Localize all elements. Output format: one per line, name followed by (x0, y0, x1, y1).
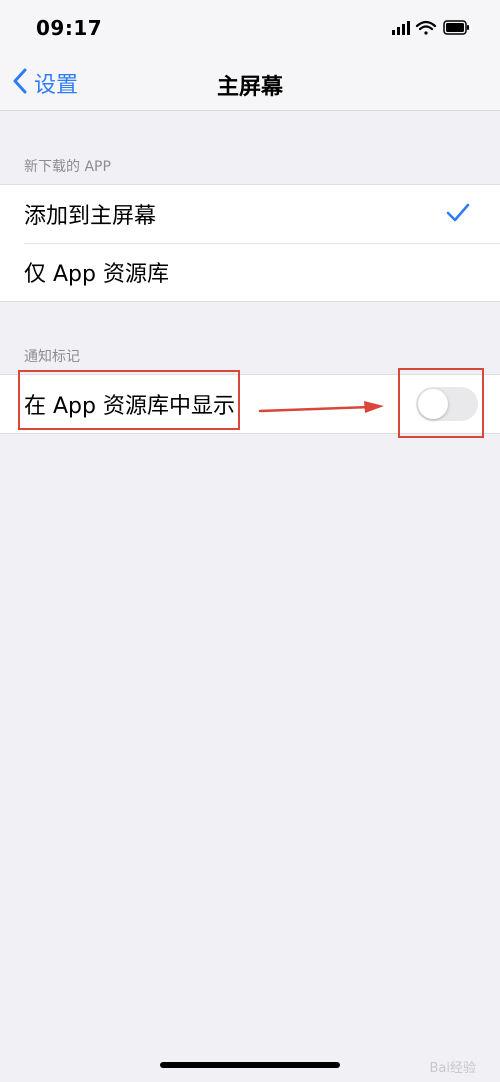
section-header-new-apps: 新下载的 APP (24, 159, 111, 175)
annotation-arrow-icon (258, 398, 388, 422)
option-label: 在 App 资源库中显示 (24, 394, 235, 419)
wifi-icon (415, 20, 437, 35)
home-indicator (160, 1062, 340, 1068)
row-show-in-app-library: 在 App 资源库中显示 (0, 375, 500, 433)
option-label: 添加到主屏幕 (24, 204, 157, 229)
checkmark-icon (446, 203, 470, 229)
page-title: 主屏幕 (216, 75, 283, 100)
status-icons (392, 18, 472, 38)
section-header-notification-badges: 通知标记 (24, 349, 80, 365)
show-in-app-library-toggle[interactable] (416, 387, 478, 421)
option-label: 仅 App 资源库 (24, 262, 169, 287)
navigation-bar: 设置 主屏幕 (0, 56, 500, 111)
notification-badges-group: 在 App 资源库中显示 (0, 374, 500, 434)
toggle-knob (418, 389, 448, 419)
option-app-library-only[interactable]: 仅 App 资源库 (0, 243, 500, 301)
new-apps-group: 添加到主屏幕 仅 App 资源库 (0, 184, 500, 302)
battery-icon (443, 20, 469, 35)
option-add-to-home-screen[interactable]: 添加到主屏幕 (0, 185, 500, 243)
status-time: 09:17 (36, 16, 103, 40)
watermark: Bai经验 (429, 1061, 477, 1076)
cellular-signal-icon (392, 21, 410, 35)
status-bar: 09:17 (0, 0, 500, 56)
